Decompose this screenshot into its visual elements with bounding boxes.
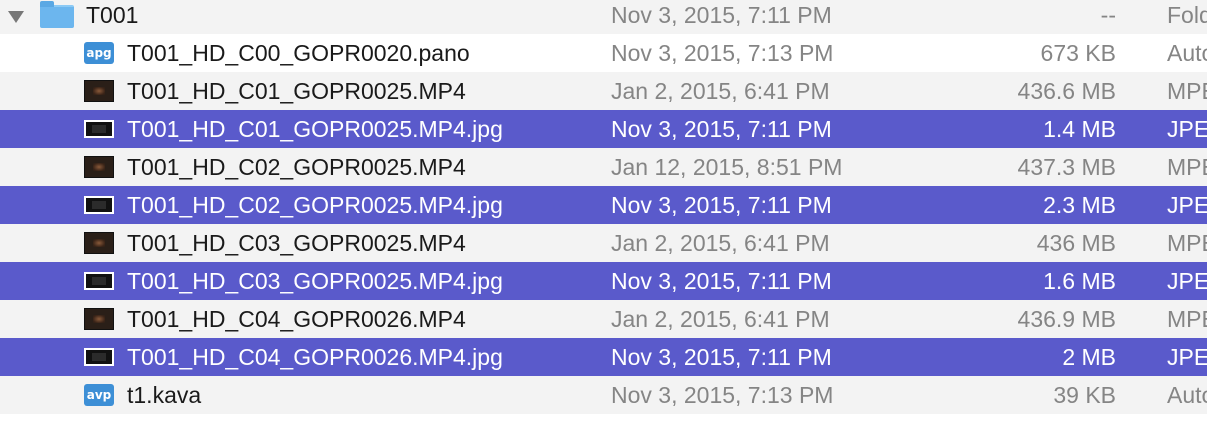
file-row[interactable]: avp t1.kava Nov 3, 2015, 7:13 PM 39 KB Auto: [0, 376, 1207, 414]
date-modified: Jan 2, 2015, 6:41 PM: [611, 78, 830, 104]
file-name: t1.kava: [127, 382, 202, 408]
date-modified: Jan 2, 2015, 6:41 PM: [611, 306, 830, 332]
image-thumbnail-icon: [84, 196, 114, 214]
file-size: 1.6 MB: [1043, 268, 1116, 294]
date-modified: Nov 3, 2015, 7:11 PM: [611, 2, 832, 28]
file-size: 2 MB: [1062, 344, 1116, 370]
file-name: T001_HD_C01_GOPR0025.MP4: [127, 78, 466, 104]
file-row[interactable]: apg T001_HD_C00_GOPR0020.pano Nov 3, 2015,…: [0, 34, 1207, 72]
file-size: 673 KB: [1040, 40, 1116, 66]
file-row[interactable]: T001_HD_C04_GOPR0026.MP4.jpg Nov 3, 2015,…: [0, 338, 1207, 376]
file-row[interactable]: T001_HD_C01_GOPR0025.MP4 Jan 2, 2015, 6:4…: [0, 72, 1207, 110]
image-thumbnail-icon: [84, 348, 114, 366]
date-modified: Nov 3, 2015, 7:13 PM: [611, 40, 834, 66]
folder-icon: [40, 1, 74, 28]
disclosure-triangle-icon[interactable]: [8, 11, 24, 23]
file-name: T001_HD_C04_GOPR0026.MP4.jpg: [127, 344, 503, 370]
file-size: 436.6 MB: [1017, 78, 1116, 104]
avp-app-icon: avp: [84, 384, 114, 406]
file-kind: Auto: [1167, 40, 1207, 66]
file-size: --: [1100, 2, 1116, 28]
date-modified: Nov 3, 2015, 7:13 PM: [611, 382, 834, 408]
file-name: T001: [86, 2, 139, 28]
file-name: T001_HD_C02_GOPR0025.MP4.jpg: [127, 192, 503, 218]
file-kind: JPE: [1167, 192, 1207, 218]
folder-row[interactable]: T001 Nov 3, 2015, 7:11 PM -- Fold: [0, 0, 1207, 34]
date-modified: Nov 3, 2015, 7:11 PM: [611, 344, 832, 370]
file-size: 1.4 MB: [1043, 116, 1116, 142]
file-name: T001_HD_C04_GOPR0026.MP4: [127, 306, 466, 332]
file-size: 39 KB: [1053, 382, 1116, 408]
date-modified: Nov 3, 2015, 7:11 PM: [611, 116, 832, 142]
file-kind: Fold: [1167, 2, 1207, 28]
file-kind: JPE: [1167, 344, 1207, 370]
file-kind: Auto: [1167, 382, 1207, 408]
file-name: T001_HD_C01_GOPR0025.MP4.jpg: [127, 116, 503, 142]
file-name: T001_HD_C03_GOPR0025.MP4.jpg: [127, 268, 503, 294]
date-modified: Jan 12, 2015, 8:51 PM: [611, 154, 843, 180]
video-thumbnail-icon: [84, 232, 114, 254]
date-modified: Nov 3, 2015, 7:11 PM: [611, 268, 832, 294]
apg-app-icon: apg: [84, 42, 114, 64]
file-row[interactable]: T001_HD_C03_GOPR0025.MP4.jpg Nov 3, 2015,…: [0, 262, 1207, 300]
video-thumbnail-icon: [84, 308, 114, 330]
file-name: T001_HD_C03_GOPR0025.MP4: [127, 230, 466, 256]
file-size: 2.3 MB: [1043, 192, 1116, 218]
date-modified: Jan 2, 2015, 6:41 PM: [611, 230, 830, 256]
file-size: 437.3 MB: [1017, 154, 1116, 180]
file-size: 436 MB: [1036, 230, 1116, 256]
file-kind: MPE: [1167, 154, 1207, 180]
file-row[interactable]: T001_HD_C04_GOPR0026.MP4 Jan 2, 2015, 6:4…: [0, 300, 1207, 338]
file-list: T001 Nov 3, 2015, 7:11 PM -- Fold apg T00…: [0, 0, 1207, 414]
file-kind: JPE: [1167, 116, 1207, 142]
file-row[interactable]: T001_HD_C03_GOPR0025.MP4 Jan 2, 2015, 6:4…: [0, 224, 1207, 262]
file-kind: MPE: [1167, 306, 1207, 332]
video-thumbnail-icon: [84, 80, 114, 102]
image-thumbnail-icon: [84, 120, 114, 138]
file-row[interactable]: T001_HD_C02_GOPR0025.MP4 Jan 12, 2015, 8:…: [0, 148, 1207, 186]
video-thumbnail-icon: [84, 156, 114, 178]
file-name: T001_HD_C00_GOPR0020.pano: [127, 40, 470, 66]
image-thumbnail-icon: [84, 272, 114, 290]
file-name: T001_HD_C02_GOPR0025.MP4: [127, 154, 466, 180]
file-kind: MPE: [1167, 78, 1207, 104]
file-size: 436.9 MB: [1017, 306, 1116, 332]
file-row[interactable]: T001_HD_C02_GOPR0025.MP4.jpg Nov 3, 2015,…: [0, 186, 1207, 224]
date-modified: Nov 3, 2015, 7:11 PM: [611, 192, 832, 218]
file-kind: JPE: [1167, 268, 1207, 294]
file-row[interactable]: T001_HD_C01_GOPR0025.MP4.jpg Nov 3, 2015,…: [0, 110, 1207, 148]
file-kind: MPE: [1167, 230, 1207, 256]
